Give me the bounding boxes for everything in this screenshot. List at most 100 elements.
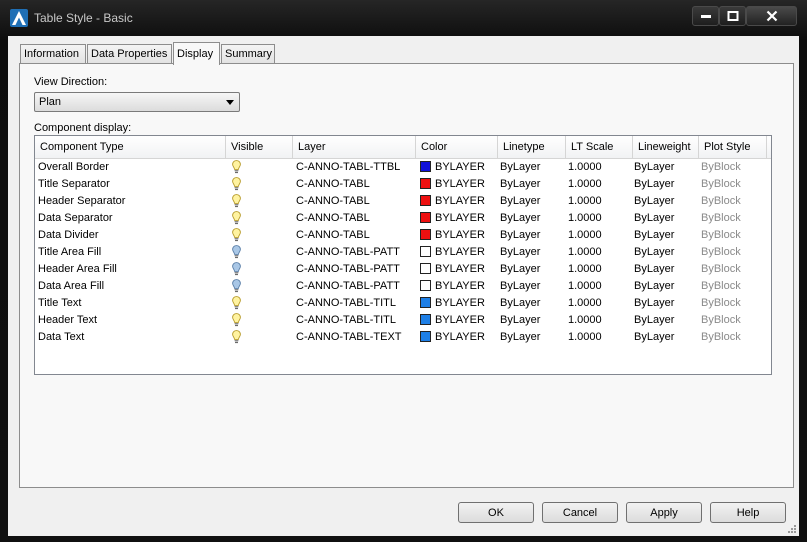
component-display-table[interactable]: Component Type Visible Layer Color Linet… <box>34 135 772 375</box>
table-row[interactable]: Header Text C-ANNO-TABL-TITL BYLAYER ByLaye… <box>35 312 771 329</box>
ok-button[interactable]: OK <box>458 502 534 523</box>
table-row[interactable]: Data Separator C-ANNO-TABL BYLAYER ByLayer 1… <box>35 210 771 227</box>
table-header: Component Type Visible Layer Color Linet… <box>35 136 771 159</box>
lightbulb-on-icon[interactable] <box>232 194 241 208</box>
lt-scale-cell: 1.0000 <box>568 314 602 326</box>
lt-scale-cell: 1.0000 <box>568 229 602 241</box>
resize-grip-icon[interactable] <box>787 524 797 534</box>
column-header-linetype[interactable]: Linetype <box>498 136 566 158</box>
close-button[interactable] <box>746 6 797 26</box>
help-button[interactable]: Help <box>710 502 786 523</box>
color-cell: BYLAYER <box>435 246 485 258</box>
column-header-lt-scale[interactable]: LT Scale <box>566 136 633 158</box>
lt-scale-cell: 1.0000 <box>568 161 602 173</box>
plot-style-cell: ByBlock <box>701 314 741 326</box>
close-icon <box>766 10 777 22</box>
color-swatch[interactable] <box>420 297 431 308</box>
component-type-cell: Overall Border <box>38 161 109 173</box>
component-type-cell: Data Separator <box>38 212 113 224</box>
table-row[interactable]: Title Text C-ANNO-TABL-TITL BYLAYER ByLayer… <box>35 295 771 312</box>
plot-style-cell: ByBlock <box>701 178 741 190</box>
lightbulb-off-icon[interactable] <box>232 245 241 259</box>
lt-scale-cell: 1.0000 <box>568 246 602 258</box>
plot-style-cell: ByBlock <box>701 263 741 275</box>
chevron-down-icon <box>226 100 234 105</box>
table-row[interactable]: Header Separator C-ANNO-TABL BYLAYER ByLaye… <box>35 193 771 210</box>
color-swatch[interactable] <box>420 280 431 291</box>
layer-cell: C-ANNO-TABL-TITL <box>296 297 397 309</box>
table-row[interactable]: Data Text C-ANNO-TABL-TEXT BYLAYER ByLayer 1… <box>35 329 771 346</box>
component-type-cell: Header Separator <box>38 195 126 207</box>
color-swatch[interactable] <box>420 195 431 206</box>
color-swatch[interactable] <box>420 178 431 189</box>
lineweight-cell: ByLayer <box>634 246 675 258</box>
linetype-cell: ByLayer <box>500 178 541 190</box>
layer-cell: C-ANNO-TABL <box>296 212 370 224</box>
linetype-cell: ByLayer <box>500 229 541 241</box>
color-swatch[interactable] <box>420 246 431 257</box>
linetype-cell: ByLayer <box>500 161 541 173</box>
table-row[interactable]: Header Area Fill C-ANNO-TABL-PATT BYLAYER B… <box>35 261 771 278</box>
layer-cell: C-ANNO-TABL <box>296 178 370 190</box>
color-cell: BYLAYER <box>435 280 485 292</box>
linetype-cell: ByLayer <box>500 195 541 207</box>
column-header-layer[interactable]: Layer <box>293 136 416 158</box>
tab-display[interactable]: Display <box>173 42 220 65</box>
lightbulb-on-icon[interactable] <box>232 177 241 191</box>
color-swatch[interactable] <box>420 229 431 240</box>
column-header-plot-style[interactable]: Plot Style <box>699 136 767 158</box>
lightbulb-on-icon[interactable] <box>232 228 241 242</box>
maximize-button[interactable] <box>719 6 746 26</box>
table-row[interactable]: Data Area Fill C-ANNO-TABL-PATT BYLAYER ByL… <box>35 278 771 295</box>
view-direction-value: Plan <box>39 96 62 108</box>
color-swatch[interactable] <box>420 161 431 172</box>
tab-summary[interactable]: Summary <box>221 44 275 64</box>
component-display-label: Component display: <box>34 122 132 134</box>
column-header-visible[interactable]: Visible <box>226 136 293 158</box>
lt-scale-cell: 1.0000 <box>568 280 602 292</box>
lightbulb-off-icon[interactable] <box>232 279 241 293</box>
plot-style-cell: ByBlock <box>701 212 741 224</box>
color-swatch[interactable] <box>420 263 431 274</box>
minimize-button[interactable] <box>692 6 719 26</box>
linetype-cell: ByLayer <box>500 263 541 275</box>
lt-scale-cell: 1.0000 <box>568 297 602 309</box>
lightbulb-on-icon[interactable] <box>232 296 241 310</box>
tab-information[interactable]: Information <box>20 44 86 64</box>
table-row[interactable]: Data Divider C-ANNO-TABL BYLAYER ByLayer 1.0… <box>35 227 771 244</box>
column-header-color[interactable]: Color <box>416 136 498 158</box>
title-bar[interactable]: Table Style - Basic <box>0 0 807 36</box>
autocad-logo-icon <box>10 9 28 27</box>
component-type-cell: Header Text <box>38 314 98 326</box>
tab-data-properties[interactable]: Data Properties <box>87 44 172 64</box>
apply-button[interactable]: Apply <box>626 502 702 523</box>
view-direction-select[interactable]: Plan <box>34 92 240 112</box>
lineweight-cell: ByLayer <box>634 212 675 224</box>
lightbulb-on-icon[interactable] <box>232 330 241 344</box>
table-row[interactable]: Overall Border C-ANNO-TABL-TTBL BYLAYER ByL… <box>35 159 771 176</box>
lightbulb-off-icon[interactable] <box>232 262 241 276</box>
column-header-component-type[interactable]: Component Type <box>35 136 226 158</box>
component-type-cell: Title Area Fill <box>38 246 102 258</box>
lightbulb-on-icon[interactable] <box>232 211 241 225</box>
color-cell: BYLAYER <box>435 195 485 207</box>
plot-style-cell: ByBlock <box>701 331 741 343</box>
color-swatch[interactable] <box>420 331 431 342</box>
linetype-cell: ByLayer <box>500 246 541 258</box>
cancel-button[interactable]: Cancel <box>542 502 618 523</box>
color-swatch[interactable] <box>420 314 431 325</box>
table-row[interactable]: Title Separator C-ANNO-TABL BYLAYER ByLayer… <box>35 176 771 193</box>
layer-cell: C-ANNO-TABL-TTBL <box>296 161 401 173</box>
lightbulb-on-icon[interactable] <box>232 160 241 174</box>
table-row[interactable]: Title Area Fill C-ANNO-TABL-PATT BYLAYER By… <box>35 244 771 261</box>
maximize-icon <box>727 11 738 21</box>
layer-cell: C-ANNO-TABL <box>296 195 370 207</box>
color-cell: BYLAYER <box>435 178 485 190</box>
color-swatch[interactable] <box>420 212 431 223</box>
table-style-dialog: Table Style - Basic Information Data Pro… <box>0 0 807 542</box>
column-header-lineweight[interactable]: Lineweight <box>633 136 699 158</box>
dialog-client-area: Information Data Properties Display Summ… <box>8 36 799 536</box>
lineweight-cell: ByLayer <box>634 280 675 292</box>
layer-cell: C-ANNO-TABL-PATT <box>296 263 400 275</box>
lightbulb-on-icon[interactable] <box>232 313 241 327</box>
